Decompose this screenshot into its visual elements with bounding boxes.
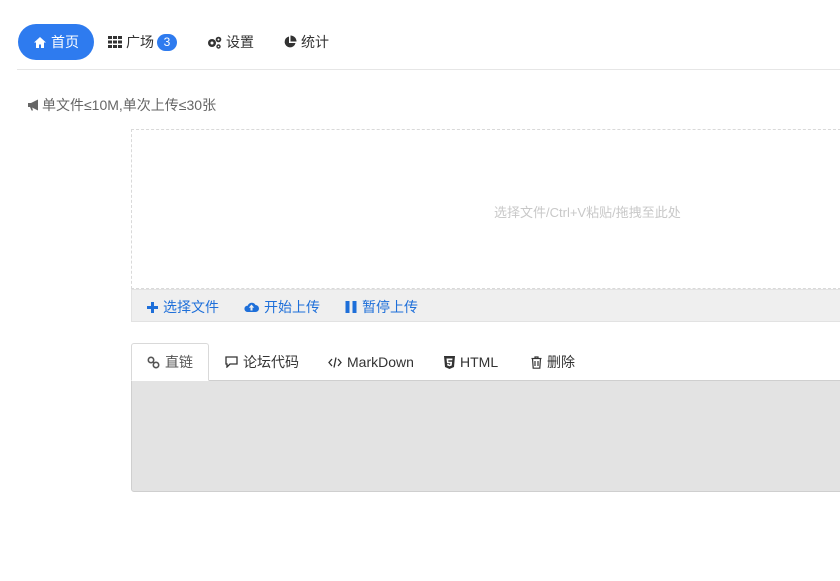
tab-html[interactable]: HTML (444, 343, 498, 381)
tab-label: 删除 (547, 354, 575, 370)
upload-notice: 单文件≤10M,单次上传≤30张 (27, 95, 216, 115)
plus-icon (147, 301, 158, 313)
nav-item-settings[interactable]: 设置 (207, 24, 254, 60)
notice-text: 单文件≤10M,单次上传≤30张 (42, 97, 217, 113)
gears-icon (207, 36, 222, 49)
grid-icon (108, 36, 122, 48)
pie-chart-icon (283, 35, 297, 49)
count-badge: 3 (157, 33, 177, 51)
tab-label: MarkDown (347, 354, 414, 370)
select-file-button[interactable]: 选择文件 (147, 297, 219, 317)
start-upload-label: 开始上传 (264, 299, 320, 315)
tab-forum-code[interactable]: 论坛代码 (225, 343, 299, 381)
nav-item-home[interactable]: 首页 (18, 24, 94, 60)
trash-icon (531, 355, 542, 369)
pause-upload-label: 暂停上传 (362, 299, 418, 315)
nav-item-label: 统计 (301, 34, 329, 50)
tab-label: HTML (460, 354, 499, 370)
link-icon (147, 355, 160, 369)
bullhorn-icon (27, 99, 41, 111)
select-file-label: 选择文件 (163, 299, 219, 315)
tab-markdown[interactable]: MarkDown (328, 343, 414, 381)
nav-item-square[interactable]: 广场 3 (108, 24, 177, 60)
html5-icon (444, 355, 455, 369)
upload-dropzone[interactable]: 选择文件/Ctrl+V粘贴/拖拽至此处 (131, 129, 840, 289)
tab-label: 论坛代码 (243, 354, 299, 370)
top-nav: 首页 广场 3 设置 统计 (0, 0, 840, 69)
tab-direct-link[interactable]: 直链 (131, 343, 209, 381)
upload-toolbar: 选择文件 开始上传 暂停上传 (131, 289, 840, 322)
tab-label: 直链 (165, 354, 193, 370)
pause-upload-button[interactable]: 暂停上传 (345, 297, 418, 317)
cloud-upload-icon (244, 301, 259, 313)
home-icon (33, 36, 47, 49)
result-tabs: 直链 论坛代码 MarkDown HTML 删除 (131, 343, 840, 381)
pause-icon (345, 301, 357, 313)
nav-item-label: 广场 (126, 34, 154, 50)
comment-icon (225, 356, 238, 368)
nav-item-label: 设置 (226, 34, 254, 50)
tab-delete[interactable]: 删除 (531, 343, 575, 381)
nav-item-stats[interactable]: 统计 (283, 24, 329, 60)
dropzone-hint: 选择文件/Ctrl+V粘贴/拖拽至此处 (494, 205, 681, 220)
nav-item-label: 首页 (51, 34, 79, 50)
start-upload-button[interactable]: 开始上传 (244, 297, 320, 317)
result-panel[interactable] (131, 380, 840, 492)
code-icon (328, 356, 342, 368)
nav-divider (17, 69, 840, 70)
